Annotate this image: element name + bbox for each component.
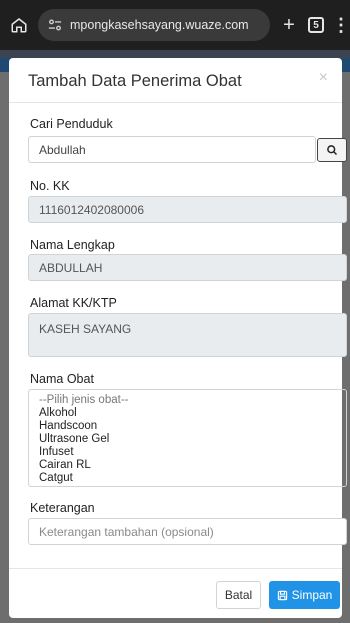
site-settings-icon[interactable] bbox=[48, 18, 62, 32]
search-icon bbox=[327, 145, 338, 156]
option-item[interactable]: Alkohol bbox=[39, 407, 336, 420]
modal-header: Tambah Data Penerima Obat × bbox=[9, 58, 342, 103]
address-bar[interactable]: mpongkasehsayang.wuaze.com bbox=[38, 9, 270, 41]
keterangan-label: Keterangan bbox=[30, 501, 95, 515]
save-icon bbox=[277, 590, 287, 600]
no-kk-field: 1116012402080006 bbox=[28, 196, 347, 223]
save-button[interactable]: Simpan bbox=[269, 581, 340, 609]
footer-divider bbox=[9, 568, 342, 569]
home-icon[interactable] bbox=[8, 14, 30, 36]
search-button[interactable] bbox=[317, 138, 347, 162]
browser-toolbar: mpongkasehsayang.wuaze.com + 5 ⋮ bbox=[0, 0, 350, 50]
browser-menu-icon[interactable]: ⋮ bbox=[332, 15, 350, 36]
modal-title: Tambah Data Penerima Obat bbox=[28, 72, 242, 90]
option-item[interactable]: Infuset bbox=[39, 446, 336, 459]
url-text: mpongkasehsayang.wuaze.com bbox=[70, 18, 249, 32]
keterangan-input[interactable]: Keterangan tambahan (opsional) bbox=[28, 518, 347, 545]
save-button-label: Simpan bbox=[291, 588, 333, 602]
search-input[interactable]: Abdullah bbox=[28, 136, 316, 163]
option-item[interactable]: Handscoon bbox=[39, 420, 336, 433]
option-item[interactable]: Catgut bbox=[39, 472, 336, 485]
alamat-label: Alamat KK/KTP bbox=[30, 296, 117, 310]
new-tab-button[interactable]: + bbox=[278, 14, 300, 36]
no-kk-label: No. KK bbox=[30, 179, 70, 193]
close-icon[interactable]: × bbox=[319, 69, 328, 87]
cancel-button[interactable]: Batal bbox=[216, 581, 261, 609]
tab-count-button[interactable]: 5 bbox=[308, 17, 324, 33]
nama-obat-label: Nama Obat bbox=[30, 372, 94, 386]
nama-lengkap-field: ABDULLAH bbox=[28, 254, 347, 281]
nama-obat-select[interactable]: --Pilih jenis obat-- Alkohol Handscoon U… bbox=[28, 389, 347, 487]
add-recipient-modal: Tambah Data Penerima Obat × Cari Pendudu… bbox=[9, 58, 347, 618]
alamat-field: KASEH SAYANG bbox=[28, 313, 347, 357]
option-item[interactable]: --Pilih jenis obat-- bbox=[39, 394, 336, 407]
nama-lengkap-label: Nama Lengkap bbox=[30, 238, 115, 252]
search-label: Cari Penduduk bbox=[30, 117, 113, 131]
option-item[interactable]: Cairan RL bbox=[39, 459, 336, 472]
option-item[interactable]: Ultrasone Gel bbox=[39, 433, 336, 446]
